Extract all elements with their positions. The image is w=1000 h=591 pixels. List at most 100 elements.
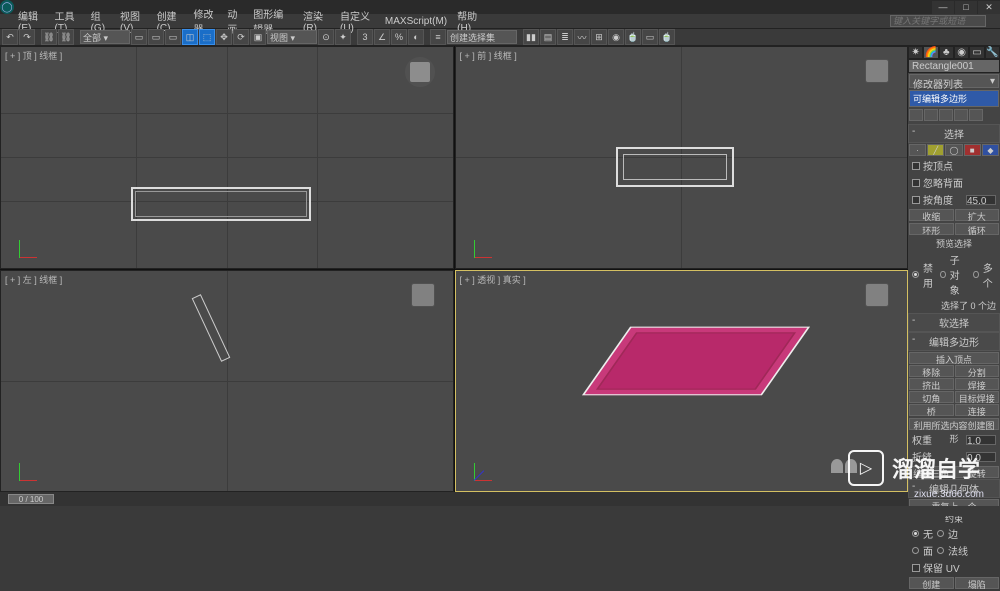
help-search[interactable] bbox=[890, 15, 986, 27]
extrude-button[interactable]: 挤出 bbox=[909, 378, 954, 390]
scale-button[interactable]: ▣ bbox=[250, 29, 266, 45]
subobj-polygon[interactable]: ■ bbox=[964, 144, 981, 156]
tab-create[interactable]: ✷ bbox=[908, 46, 923, 59]
remove-modifier-button[interactable] bbox=[954, 109, 968, 121]
window-crossing-button[interactable]: ◫ bbox=[182, 29, 198, 45]
schematic-button[interactable]: ⊞ bbox=[591, 29, 607, 45]
modifier-list-dropdown[interactable]: 修改器列表 bbox=[909, 74, 999, 88]
viewport-left[interactable]: [ + ] 左 ] 线框 ] bbox=[0, 270, 454, 493]
viewport-label[interactable]: [ + ] 左 ] 线框 ] bbox=[5, 273, 62, 286]
subobj-vertex[interactable]: · bbox=[909, 144, 926, 156]
angle-spinner[interactable]: 45.0 bbox=[966, 195, 996, 205]
subobj-element[interactable]: ◆ bbox=[982, 144, 999, 156]
layer-button[interactable]: ≣ bbox=[557, 29, 573, 45]
radio-face[interactable] bbox=[912, 547, 919, 554]
ring-button[interactable]: 环形 bbox=[909, 223, 954, 235]
viewport-top[interactable]: [ + ] 顶 ] 线框 ] bbox=[0, 46, 454, 269]
chamfer-button[interactable]: 切角 bbox=[909, 391, 954, 403]
render-setup-button[interactable]: 🍵 bbox=[625, 29, 641, 45]
insert-vertex-button[interactable]: 插入顶点 bbox=[909, 352, 999, 364]
subobj-edge[interactable]: ╱ bbox=[927, 144, 944, 156]
loop-button[interactable]: 循环 bbox=[955, 223, 1000, 235]
percent-snap-button[interactable]: % bbox=[391, 29, 407, 45]
minimize-button[interactable]: — bbox=[932, 1, 954, 14]
viewport-label[interactable]: [ + ] 透视 ] 真实 ] bbox=[460, 273, 526, 286]
weld-button[interactable]: 焊接 bbox=[955, 378, 1000, 390]
bridge-button[interactable]: 桥 bbox=[909, 404, 954, 416]
undo-button[interactable]: ↶ bbox=[2, 29, 18, 45]
subobj-border[interactable]: ◯ bbox=[945, 144, 962, 156]
radio-edge[interactable] bbox=[937, 530, 944, 537]
remove-button[interactable]: 移除 bbox=[909, 365, 954, 377]
pin-stack-button[interactable] bbox=[909, 109, 923, 121]
radio-off[interactable] bbox=[912, 271, 919, 278]
angle-snap-button[interactable]: ∠ bbox=[374, 29, 390, 45]
weight-spinner[interactable]: 1.0 bbox=[966, 435, 996, 445]
split-button[interactable]: 分割 bbox=[955, 365, 1000, 377]
viewcube[interactable] bbox=[865, 59, 889, 83]
radio-subobj[interactable] bbox=[940, 271, 945, 278]
move-button[interactable]: ✥ bbox=[216, 29, 232, 45]
named-sel-dropdown[interactable]: 创建选择集 bbox=[447, 30, 517, 44]
make-unique-button[interactable] bbox=[939, 109, 953, 121]
crease-spinner[interactable]: 0.0 bbox=[966, 452, 996, 462]
radio-multi[interactable] bbox=[973, 271, 978, 278]
rotate-button[interactable]: ⟳ bbox=[233, 29, 249, 45]
render-frame-button[interactable]: ▭ bbox=[642, 29, 658, 45]
connect-button[interactable]: 连接 bbox=[955, 404, 1000, 416]
geometry-left[interactable] bbox=[192, 294, 231, 362]
unlink-button[interactable]: ⛓ bbox=[58, 29, 74, 45]
grow-button[interactable]: 扩大 bbox=[955, 209, 1000, 221]
tab-utilities[interactable]: 🔧 bbox=[985, 46, 1000, 59]
mirror-button[interactable]: ▮▮ bbox=[523, 29, 539, 45]
menu-script[interactable]: MAXScript(M) bbox=[381, 15, 451, 28]
geometry-perspective[interactable] bbox=[606, 301, 786, 421]
select-object-button[interactable]: ⬚ bbox=[199, 29, 215, 45]
manip-button[interactable]: ✦ bbox=[335, 29, 351, 45]
tab-motion[interactable]: ◉ bbox=[954, 46, 969, 59]
redo-button[interactable]: ↷ bbox=[19, 29, 35, 45]
object-name-field[interactable]: Rectangle001 bbox=[908, 59, 1000, 73]
radio-none[interactable] bbox=[912, 530, 919, 537]
target-weld-button[interactable]: 目标焊接 bbox=[955, 391, 1000, 403]
refcoord-dropdown[interactable]: 视图 ▾ bbox=[267, 30, 317, 44]
tab-display[interactable]: ▭ bbox=[969, 46, 984, 59]
chk-preserve-uv[interactable] bbox=[912, 564, 920, 572]
render-button[interactable]: 🍵 bbox=[659, 29, 675, 45]
geometry-top[interactable] bbox=[131, 187, 311, 221]
steering-wheel-icon[interactable] bbox=[831, 459, 857, 473]
align-button[interactable]: ▤ bbox=[540, 29, 556, 45]
tab-hierarchy[interactable]: ♣ bbox=[939, 46, 954, 59]
collapse-button[interactable]: 塌陷 bbox=[955, 577, 1000, 589]
filter-dropdown[interactable]: 全部 ▾ bbox=[80, 30, 130, 44]
shrink-button[interactable]: 收缩 bbox=[909, 209, 954, 221]
radio-normal[interactable] bbox=[937, 547, 944, 554]
viewport-label[interactable]: [ + ] 顶 ] 线框 ] bbox=[5, 49, 62, 62]
viewcube[interactable] bbox=[405, 57, 435, 87]
time-slider[interactable]: 0 / 100 bbox=[0, 492, 908, 506]
maximize-button[interactable]: □ bbox=[955, 1, 977, 14]
pivot-button[interactable]: ⊙ bbox=[318, 29, 334, 45]
select-name-button[interactable]: ▭ bbox=[148, 29, 164, 45]
select-region-button[interactable]: ▭ bbox=[165, 29, 181, 45]
named-sel-button[interactable]: ≡ bbox=[430, 29, 446, 45]
rollout-softsel[interactable]: 软选择 bbox=[908, 313, 1000, 332]
configure-sets-button[interactable] bbox=[969, 109, 983, 121]
viewport-front[interactable]: [ + ] 前 ] 线框 ] bbox=[455, 46, 909, 269]
stack-item-editable-poly[interactable]: 可编辑多边形 bbox=[910, 91, 998, 106]
rollout-editpoly[interactable]: 编辑多边形 bbox=[908, 332, 1000, 351]
rollout-selection[interactable]: 选择 bbox=[908, 124, 1000, 143]
chk-by-vertex[interactable] bbox=[912, 162, 920, 170]
geometry-front[interactable] bbox=[616, 147, 734, 187]
curve-editor-button[interactable]: 〰 bbox=[574, 29, 590, 45]
viewcube[interactable] bbox=[865, 283, 889, 307]
tab-modify[interactable]: 🌈 bbox=[923, 46, 938, 59]
turn-button[interactable]: 旋转 bbox=[955, 466, 1000, 478]
viewport-perspective[interactable]: [ + ] 透视 ] 真实 ] bbox=[455, 270, 909, 493]
edit-tri-button[interactable]: 编辑三角剖分 bbox=[909, 466, 954, 478]
create-shape-button[interactable]: 利用所选内容创建图形 bbox=[909, 418, 999, 430]
viewport-label[interactable]: [ + ] 前 ] 线框 ] bbox=[460, 49, 517, 62]
chk-ignore-back[interactable] bbox=[912, 179, 920, 187]
time-slider-handle[interactable]: 0 / 100 bbox=[8, 494, 54, 504]
help-search-input[interactable] bbox=[891, 16, 985, 26]
